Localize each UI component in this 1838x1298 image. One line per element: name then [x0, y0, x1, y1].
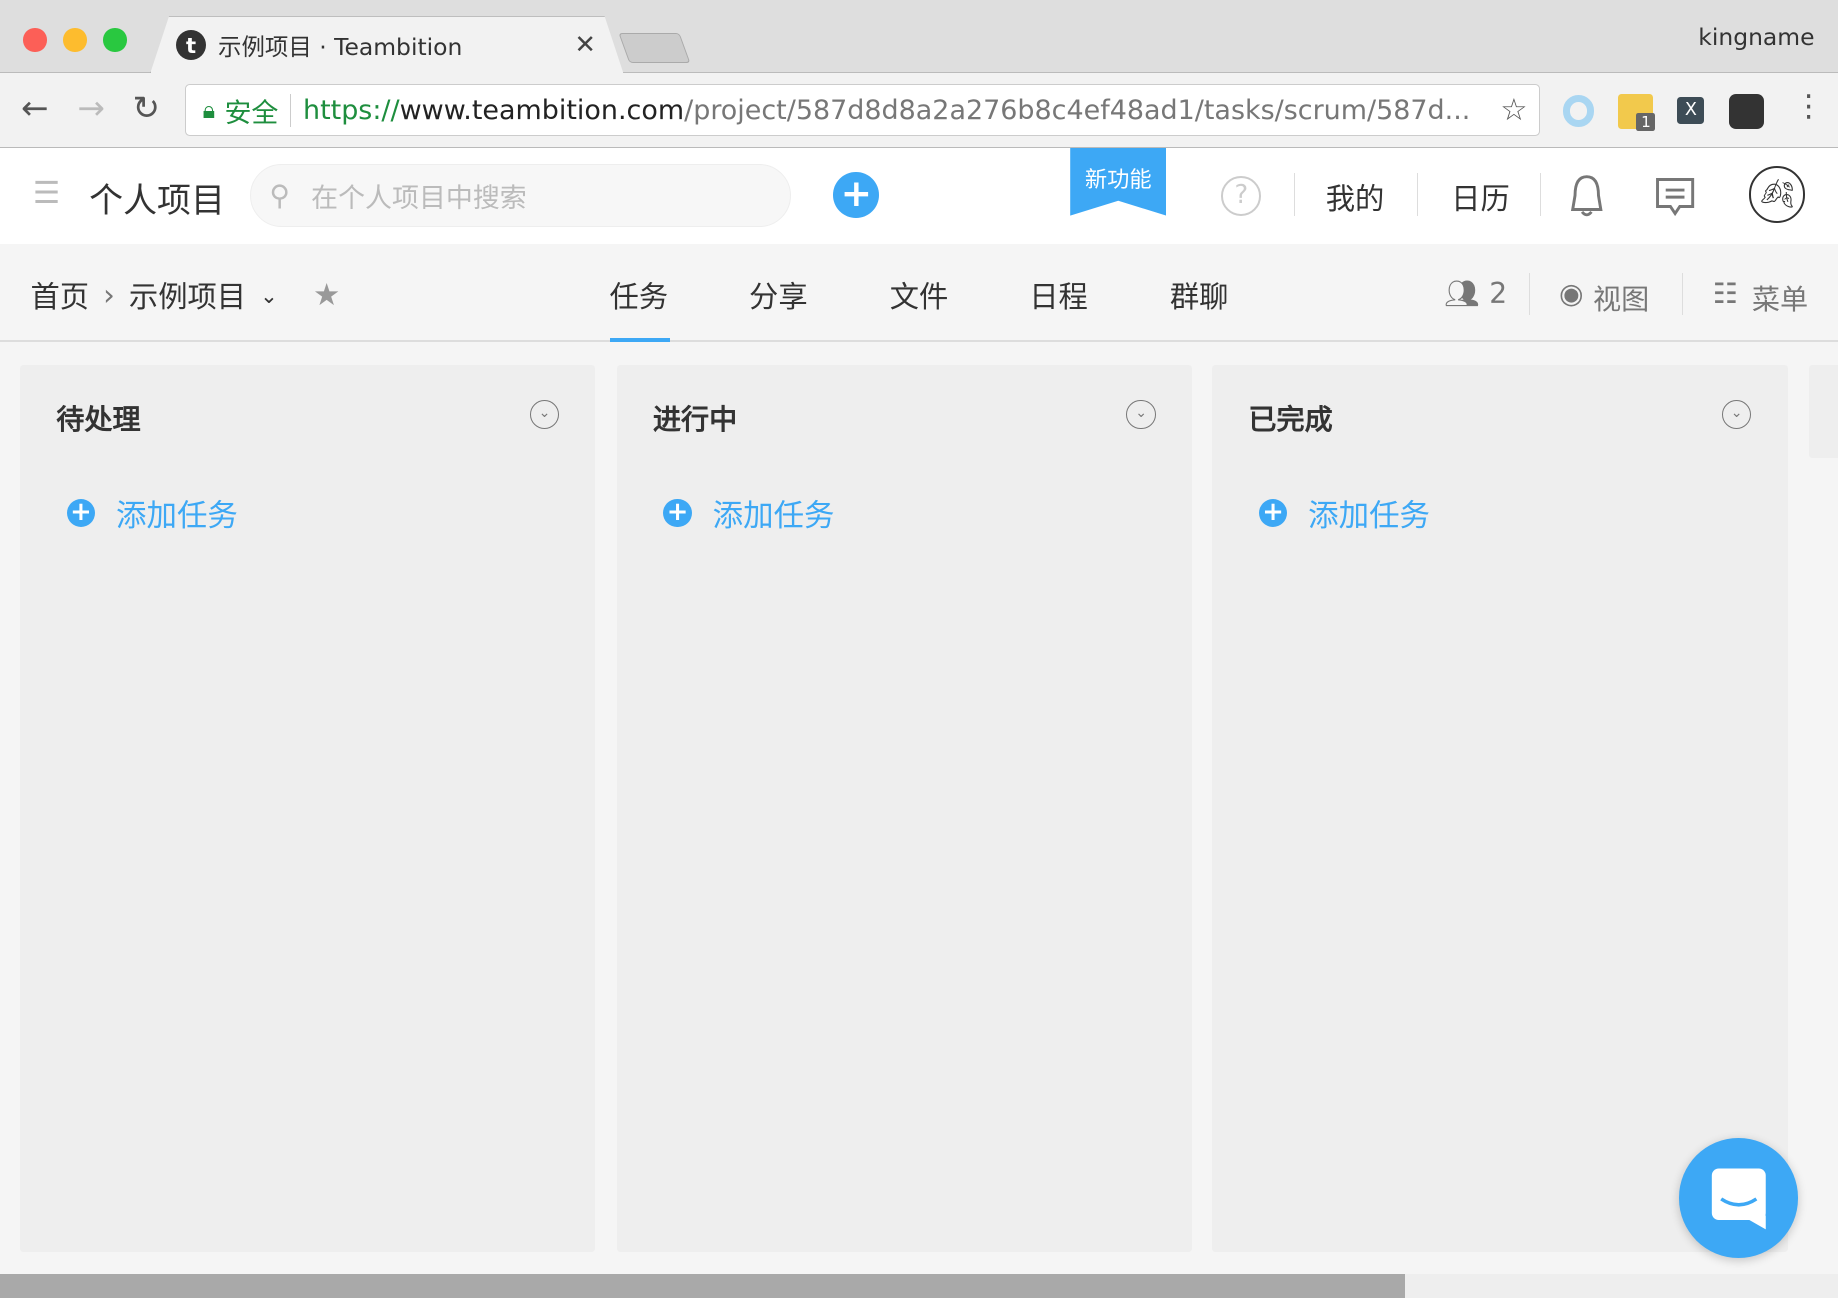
- tab-schedule[interactable]: 日程: [1029, 274, 1088, 316]
- url-path: /project/587d8d8a2a276b8c4ef48ad1/tasks/…: [684, 94, 1471, 126]
- column-title: 已完成: [1248, 403, 1333, 437]
- list-menu-icon: ☷: [1712, 276, 1738, 310]
- project-title: 个人项目: [89, 181, 226, 222]
- add-column-stub[interactable]: [1808, 364, 1838, 459]
- column-menu-chevron-icon[interactable]: ⌄: [529, 399, 560, 429]
- minimize-window-button[interactable]: [63, 28, 87, 52]
- add-task-button[interactable]: + 添加任务: [663, 491, 835, 535]
- forward-icon[interactable]: →: [77, 89, 105, 127]
- eye-icon: ◉: [1559, 276, 1584, 310]
- messages-icon[interactable]: [1654, 176, 1696, 218]
- star-project-icon[interactable]: ★: [313, 278, 340, 313]
- url-scheme: https://: [302, 94, 400, 126]
- support-chat-button[interactable]: [1678, 1138, 1799, 1258]
- address-bar[interactable]: 🔒︎ 安全 https:// www.teambition.com /proje…: [185, 84, 1541, 136]
- lock-icon: 🔒︎: [202, 96, 216, 125]
- add-task-button[interactable]: + 添加任务: [66, 491, 238, 535]
- chat-icon: [1711, 1168, 1766, 1230]
- close-window-button[interactable]: [23, 28, 47, 52]
- bookmark-star-icon[interactable]: ☆: [1500, 92, 1528, 128]
- hamburger-menu-icon[interactable]: ☰: [33, 176, 60, 211]
- chevron-down-icon[interactable]: ⌄: [260, 283, 278, 308]
- tab-title: 示例项目 · Teambition: [218, 33, 463, 62]
- scrollbar-thumb[interactable]: [0, 1274, 1406, 1298]
- quick-add-button[interactable]: +: [833, 172, 880, 219]
- column-title: 待处理: [56, 403, 141, 437]
- profile-name[interactable]: kingname: [1698, 23, 1814, 51]
- extension-x-icon[interactable]: X: [1677, 97, 1705, 125]
- search-input[interactable]: ⚲ 在个人项目中搜索: [249, 164, 792, 228]
- horizontal-scrollbar[interactable]: [0, 1274, 1838, 1298]
- column-in-progress: 进行中 ⌄ + 添加任务: [616, 364, 1193, 1252]
- maximize-window-button[interactable]: [103, 28, 127, 52]
- notification-bell-icon[interactable]: [1568, 172, 1606, 219]
- column-menu-chevron-icon[interactable]: ⌄: [1721, 399, 1752, 429]
- breadcrumb-project[interactable]: 示例项目: [129, 274, 246, 316]
- search-icon: ⚲: [269, 179, 291, 213]
- tab-group-chat[interactable]: 群聊: [1170, 274, 1229, 316]
- view-button[interactable]: ◉ 视图: [1559, 277, 1649, 318]
- teambition-favicon-icon: t: [175, 29, 207, 61]
- help-icon[interactable]: ?: [1221, 175, 1262, 216]
- browser-menu-icon[interactable]: ⋮: [1793, 89, 1823, 124]
- new-tab-button[interactable]: [618, 32, 691, 64]
- plus-icon: +: [66, 499, 95, 528]
- calendar-link[interactable]: 日历: [1451, 176, 1510, 218]
- chevron-right-icon: ›: [103, 278, 115, 313]
- mine-link[interactable]: 我的: [1326, 176, 1385, 218]
- search-placeholder: 在个人项目中搜索: [311, 183, 527, 215]
- column-done: 已完成 ⌄ + 添加任务: [1212, 364, 1788, 1252]
- breadcrumb: 首页 › 示例项目 ⌄ ★: [30, 274, 340, 316]
- column-menu-chevron-icon[interactable]: ⌄: [1126, 399, 1156, 429]
- column-title: 进行中: [652, 403, 738, 437]
- plus-icon: +: [663, 499, 692, 528]
- tab-tasks[interactable]: 任务: [610, 274, 669, 316]
- reload-icon[interactable]: ↻: [132, 89, 160, 127]
- breadcrumb-home[interactable]: 首页: [30, 274, 89, 316]
- members-button[interactable]: 👥︎ 2: [1444, 277, 1507, 310]
- active-tab-indicator: [609, 337, 671, 343]
- tab-files[interactable]: 文件: [890, 274, 949, 316]
- url-host: www.teambition.com: [399, 94, 685, 126]
- extension-yellow-icon[interactable]: 1: [1617, 93, 1656, 131]
- secure-label: 安全: [224, 97, 279, 129]
- column-todo: 待处理 ⌄ + 添加任务: [19, 364, 596, 1252]
- back-icon[interactable]: ←: [21, 89, 49, 127]
- add-task-button[interactable]: + 添加任务: [1258, 491, 1430, 535]
- extension-tampermonkey-icon[interactable]: [1728, 93, 1765, 129]
- close-tab-icon[interactable]: ✕: [574, 30, 596, 60]
- extension-ring-icon[interactable]: [1562, 94, 1595, 127]
- plus-icon: +: [1258, 499, 1288, 528]
- user-avatar[interactable]: 🍂︎: [1748, 166, 1806, 223]
- extension-badge: 1: [1636, 112, 1656, 131]
- menu-button[interactable]: ☷ 菜单: [1713, 277, 1809, 318]
- tab-share[interactable]: 分享: [749, 274, 808, 316]
- members-icon: 👥︎: [1444, 276, 1480, 310]
